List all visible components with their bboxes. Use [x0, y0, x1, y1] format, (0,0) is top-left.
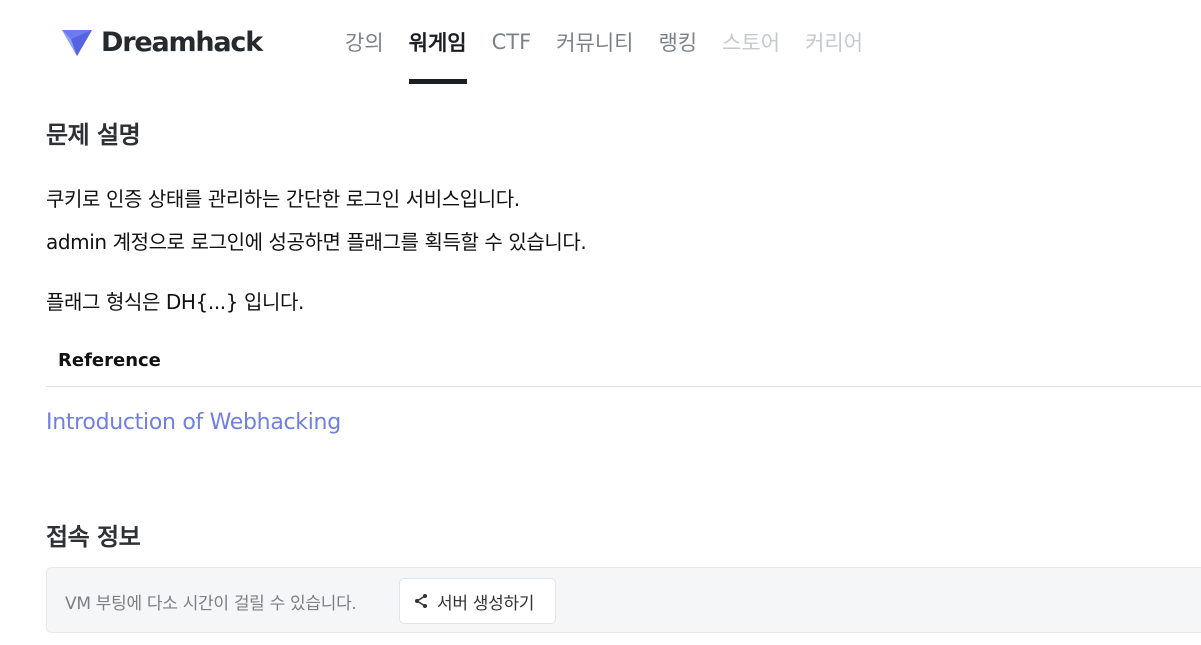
vm-boot-notice: VM 부팅에 다소 시간이 걸릴 수 있습니다. [65, 594, 357, 614]
connection-section-title: 접속 정보 [46, 523, 141, 551]
nav-item-lectures[interactable]: 강의 [345, 0, 384, 84]
create-server-button[interactable]: 서버 생성하기 [399, 578, 556, 624]
nav-item-ranking[interactable]: 랭킹 [658, 0, 697, 84]
share-icon [415, 594, 427, 608]
reference-header: Reference [46, 338, 1201, 387]
nav-item-career[interactable]: 커리어 [805, 0, 863, 84]
dreamhack-logo[interactable]: Dreamhack [60, 24, 263, 60]
main-nav: 강의 워게임 CTF 커뮤니티 랭킹 스토어 커리어 [345, 0, 888, 84]
brand-name: Dreamhack [101, 26, 263, 58]
dreamhack-logo-icon [62, 30, 92, 56]
nav-item-ctf[interactable]: CTF [492, 0, 532, 84]
connection-info-box: VM 부팅에 다소 시간이 걸릴 수 있습니다. 서버 생성하기 [46, 567, 1201, 633]
flag-format-line: 플래그 형식은 DH{...} 입니다. [46, 290, 304, 314]
nav-item-store[interactable]: 스토어 [722, 0, 780, 84]
reference-header-label: Reference [58, 350, 161, 371]
reference-link[interactable]: Introduction of Webhacking [46, 410, 341, 435]
problem-description-line: admin 계정으로 로그인에 성공하면 플래그를 획득할 수 있습니다. [46, 230, 587, 254]
top-header: Dreamhack 강의 워게임 CTF 커뮤니티 랭킹 스토어 커리어 [0, 0, 1201, 84]
create-server-button-label: 서버 생성하기 [437, 593, 535, 614]
nav-item-wargame[interactable]: 워게임 [408, 0, 467, 84]
problem-section-title: 문제 설명 [46, 121, 141, 149]
nav-item-community[interactable]: 커뮤니티 [556, 0, 633, 84]
problem-description-line: 쿠키로 인증 상태를 관리하는 간단한 로그인 서비스입니다. [46, 187, 520, 211]
